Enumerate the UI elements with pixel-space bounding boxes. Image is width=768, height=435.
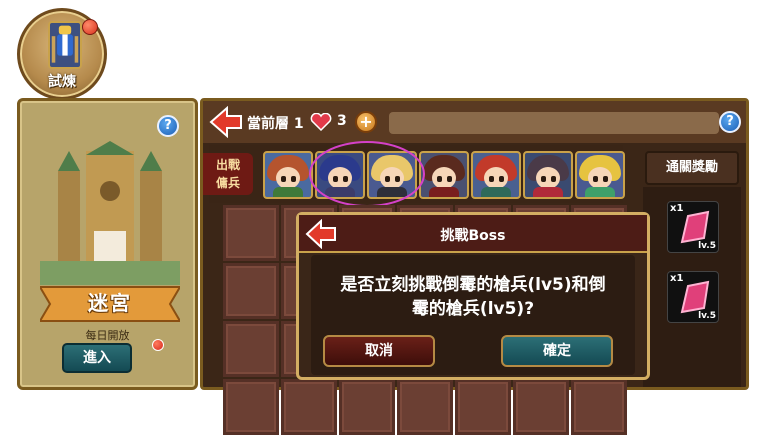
dialog-header: 挑戰Boss [299,215,647,253]
hero-eye [603,176,608,182]
reward-header: 通關獎勵 [645,151,739,185]
back-arrow-icon[interactable] [209,106,243,138]
dialog-message: 是否立刻挑戰倒霉的槍兵(lv5)和倒霉的槍兵(lv5)? [340,275,606,319]
reward-gem[interactable]: x1 lv.5 [667,271,719,323]
maze-title: 迷宮 [88,291,132,315]
hero-eye [541,176,546,182]
dungeon-panel: ? 迷宮 每日開放 進入 [17,98,198,390]
hero-portrait[interactable] [263,151,313,199]
hero-eye [447,176,452,182]
help-icon[interactable]: ? [157,115,179,137]
info-bar [389,112,719,134]
reward-quantity: x1 [670,273,684,284]
trial-label: 試煉 [48,74,76,90]
maze-tile[interactable] [571,379,627,435]
selection-highlight [309,141,425,207]
hero-face [432,167,456,189]
hero-portrait[interactable] [575,151,625,199]
notification-dot [152,339,164,351]
confirm-button[interactable]: 確定 [501,335,613,367]
heart-icon [310,113,332,131]
current-floor-label: 當前層 1 [247,116,304,132]
deploy-label: 出戰 傭兵 [203,153,253,195]
hero-eye [499,176,504,182]
hero-eye [437,176,442,182]
dialog-body: 是否立刻挑戰倒霉的槍兵(lv5)和倒霉的槍兵(lv5)? 取消 確定 [311,255,635,375]
schedule-text: 每日開放 [85,329,130,342]
top-bar: 當前層 1 3 + ? [203,101,746,143]
reward-gem[interactable]: x1 lv.5 [667,201,719,253]
warrior-icon [48,21,82,69]
hero-body [429,187,459,197]
hero-portrait[interactable] [419,151,469,199]
reward-level: lv.5 [698,311,716,321]
hero-eye [489,176,494,182]
hero-face [276,167,300,189]
hero-eye [281,176,286,182]
cancel-button[interactable]: 取消 [323,335,435,367]
maze-tile[interactable] [223,379,279,435]
hero-portrait[interactable] [471,151,521,199]
hero-body [481,187,511,197]
hero-body [585,187,615,197]
enter-button[interactable]: 進入 [62,343,132,373]
reward-quantity: x1 [670,203,684,214]
hero-body [533,187,563,197]
maze-tile[interactable] [339,379,395,435]
hero-face [484,167,508,189]
maze-tile[interactable] [281,379,337,435]
hero-face [588,167,612,189]
trial-badge-button[interactable]: 試煉 [17,8,107,100]
hero-eye [291,176,296,182]
maze-tile[interactable] [223,205,279,261]
hero-body [273,187,303,197]
maze-tile[interactable] [513,379,569,435]
deploy-label-text: 出戰 傭兵 [215,158,240,190]
lives-count: 3 [337,113,347,129]
maze-tile[interactable] [455,379,511,435]
hero-portrait[interactable] [523,151,573,199]
add-lives-button[interactable]: + [355,111,377,133]
notification-dot [82,19,98,35]
help-icon[interactable]: ? [719,111,741,133]
maze-tile[interactable] [397,379,453,435]
hero-face [536,167,560,189]
hero-eye [551,176,556,182]
dialog-title: 挑戰Boss [440,228,506,244]
hero-eye [593,176,598,182]
reward-list: x1 lv.5 x1 lv.5 [643,187,741,387]
challenge-boss-dialog: 挑戰Boss 是否立刻挑戰倒霉的槍兵(lv5)和倒霉的槍兵(lv5)? 取消 確… [296,212,650,380]
maze-tile[interactable] [223,263,279,319]
maze-tile[interactable] [223,321,279,377]
reward-level: lv.5 [698,241,716,251]
